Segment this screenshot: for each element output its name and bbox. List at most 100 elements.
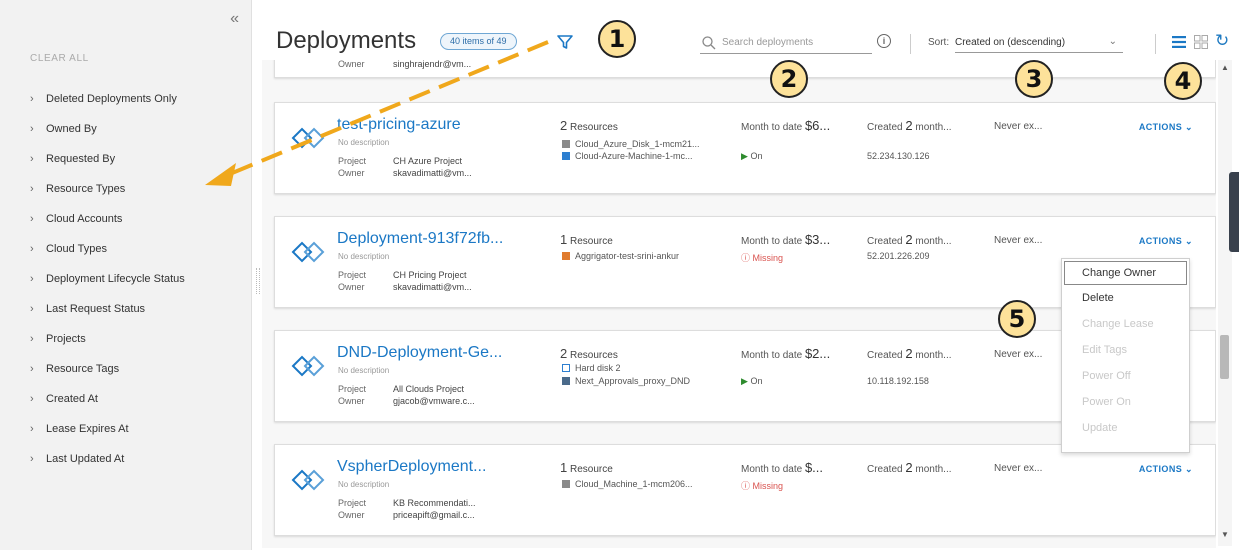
search-placeholder: Search deployments [722,37,814,48]
annotation-badge: 5 [998,300,1036,338]
vm-icon [562,377,570,385]
deployment-description: No description [338,366,390,375]
resource-name: Cloud-Azure-Machine-1-mc... [575,151,693,161]
list-view-icon[interactable] [1172,35,1186,49]
month-to-date-cost: Month to date $6... [741,118,830,133]
menu-item-change-lease: Change Lease [1082,318,1154,330]
owner-label: Owner [338,396,365,406]
deployment-name-link[interactable]: test-pricing-azure [337,116,461,134]
resource-item[interactable]: Cloud_Machine_1-mcm206... [562,479,693,489]
status-text: On [750,376,763,386]
actions-button[interactable]: ACTIONS ⌄ [1139,464,1193,475]
hard-disk-icon [562,364,570,372]
filter-item[interactable]: › Projects [30,324,245,354]
chevron-right-icon: › [30,123,34,135]
deployment-description: No description [338,480,390,489]
filter-list: › Deleted Deployments Only › Owned By › Req… [30,84,245,474]
search-icon [702,35,716,49]
scroll-down-icon[interactable]: ▼ [1221,530,1229,539]
collapse-sidebar-icon[interactable]: « [230,10,239,28]
deployment-name-link[interactable]: Deployment-913f72fb... [337,230,503,248]
scroll-up-icon[interactable]: ▲ [1221,63,1229,72]
deployment-card[interactable]: test-pricing-azure No description Projec… [274,102,1216,194]
deployment-card[interactable]: VspherDeployment... No description Proje… [274,444,1216,536]
power-on-icon: ▶ [741,376,748,386]
grid-view-icon[interactable] [1194,35,1208,49]
chevron-right-icon: › [30,243,34,255]
created-unit: month... [915,122,952,133]
resource-item[interactable]: Next_Approvals_proxy_DND [562,376,690,386]
filter-item[interactable]: › Last Request Status [30,294,245,324]
menu-item-delete[interactable]: Delete [1062,285,1189,311]
filter-item[interactable]: › Last Updated At [30,444,245,474]
lease-expiry: Never ex... [994,121,1043,132]
actions-menu: Change Owner Delete Change Lease Edit Ta… [1061,258,1190,453]
resource-item[interactable]: Cloud-Azure-Machine-1-mc... [562,151,693,161]
refresh-icon[interactable]: ↻ [1215,31,1229,51]
scrollbar[interactable] [1218,60,1232,546]
resource-name: Next_Approvals_proxy_DND [575,376,691,386]
deployment-name-link[interactable]: DND-Deployment-Ge... [337,344,502,362]
created-label: Created [867,464,903,475]
sort-select[interactable]: Created on (descending) ⌄ [955,33,1123,53]
menu-item-change-owner[interactable]: Change Owner [1064,261,1187,285]
clear-all-button[interactable]: CLEAR ALL [30,53,89,64]
resource-count: 2 Resources [560,346,618,361]
mtd-label: Month to date [741,350,803,361]
resource-count: 1 Resource [560,460,613,475]
chevron-right-icon: › [30,363,34,375]
resource-item[interactable]: Cloud_Azure_Disk_1-mcm21... [562,139,700,149]
chevron-right-icon: › [30,213,34,225]
chevron-down-icon: ⌄ [1185,236,1193,246]
info-icon[interactable]: i [877,34,891,48]
actions-button[interactable]: ACTIONS ⌄ [1139,236,1193,247]
filter-item[interactable]: › Cloud Accounts [30,204,245,234]
divider [1155,34,1156,54]
filter-item[interactable]: › Resource Tags [30,354,245,384]
project-label: Project [338,384,367,394]
resource-count: 2 Resources [560,118,618,133]
resource-item[interactable]: Aggrigator-test-srini-ankur [562,251,679,261]
filter-item[interactable]: › Deployment Lifecycle Status [30,264,245,294]
deployment-name-link[interactable]: VspherDeployment... [337,458,486,476]
power-status: ▶ On [741,376,762,387]
scrollbar-thumb[interactable] [1220,335,1229,379]
resource-count-number: 2 [560,118,568,133]
actions-label: ACTIONS [1138,122,1183,132]
filter-item[interactable]: › Lease Expires At [30,414,245,444]
filter-label: Last Request Status [46,303,146,315]
filter-item[interactable]: › Owned By [30,114,245,144]
filter-item[interactable]: › Created At [30,384,245,414]
created-unit: month... [915,350,952,361]
resource-count-label: Resource [570,236,613,247]
sidebar-resize-handle[interactable] [256,268,260,294]
item-count-badge: 40 items of 49 [440,33,517,50]
project-value: CH Azure Project [393,156,463,166]
created-unit: month... [915,464,952,475]
created-unit: month... [915,236,952,247]
actions-label: ACTIONS [1138,236,1183,246]
annotation-badge: 2 [770,60,808,98]
filter-label: Resource Types [46,183,126,195]
azure-machine-icon [562,152,570,160]
actions-button[interactable]: ACTIONS ⌄ [1139,122,1193,133]
filter-item[interactable]: › Cloud Types [30,234,245,264]
filter-item[interactable]: › Resource Types [30,174,245,204]
resource-item[interactable]: Hard disk 2 [562,363,621,373]
owner-value: singhrajendr@vm... [393,60,472,69]
sort-label: Sort: [928,37,950,48]
chevron-right-icon: › [30,423,34,435]
month-to-date-cost: Month to date $3... [741,232,830,247]
filter-item[interactable]: › Requested By [30,144,245,174]
filter-label: Owned By [46,123,97,135]
month-to-date-cost: Month to date $... [741,460,823,475]
owner-label: Owner [338,282,365,292]
search-input[interactable]: Search deployments [700,32,872,54]
filter-sidebar: « CLEAR ALL › Deleted Deployments Only › O… [0,0,252,550]
side-panel-tab[interactable] [1229,172,1239,252]
created-value: 2 [905,346,913,361]
sort-value: Created on (descending) [955,37,1066,48]
filter-icon[interactable] [556,33,574,51]
mtd-value: $... [804,460,824,475]
filter-item[interactable]: › Deleted Deployments Only [30,84,245,114]
